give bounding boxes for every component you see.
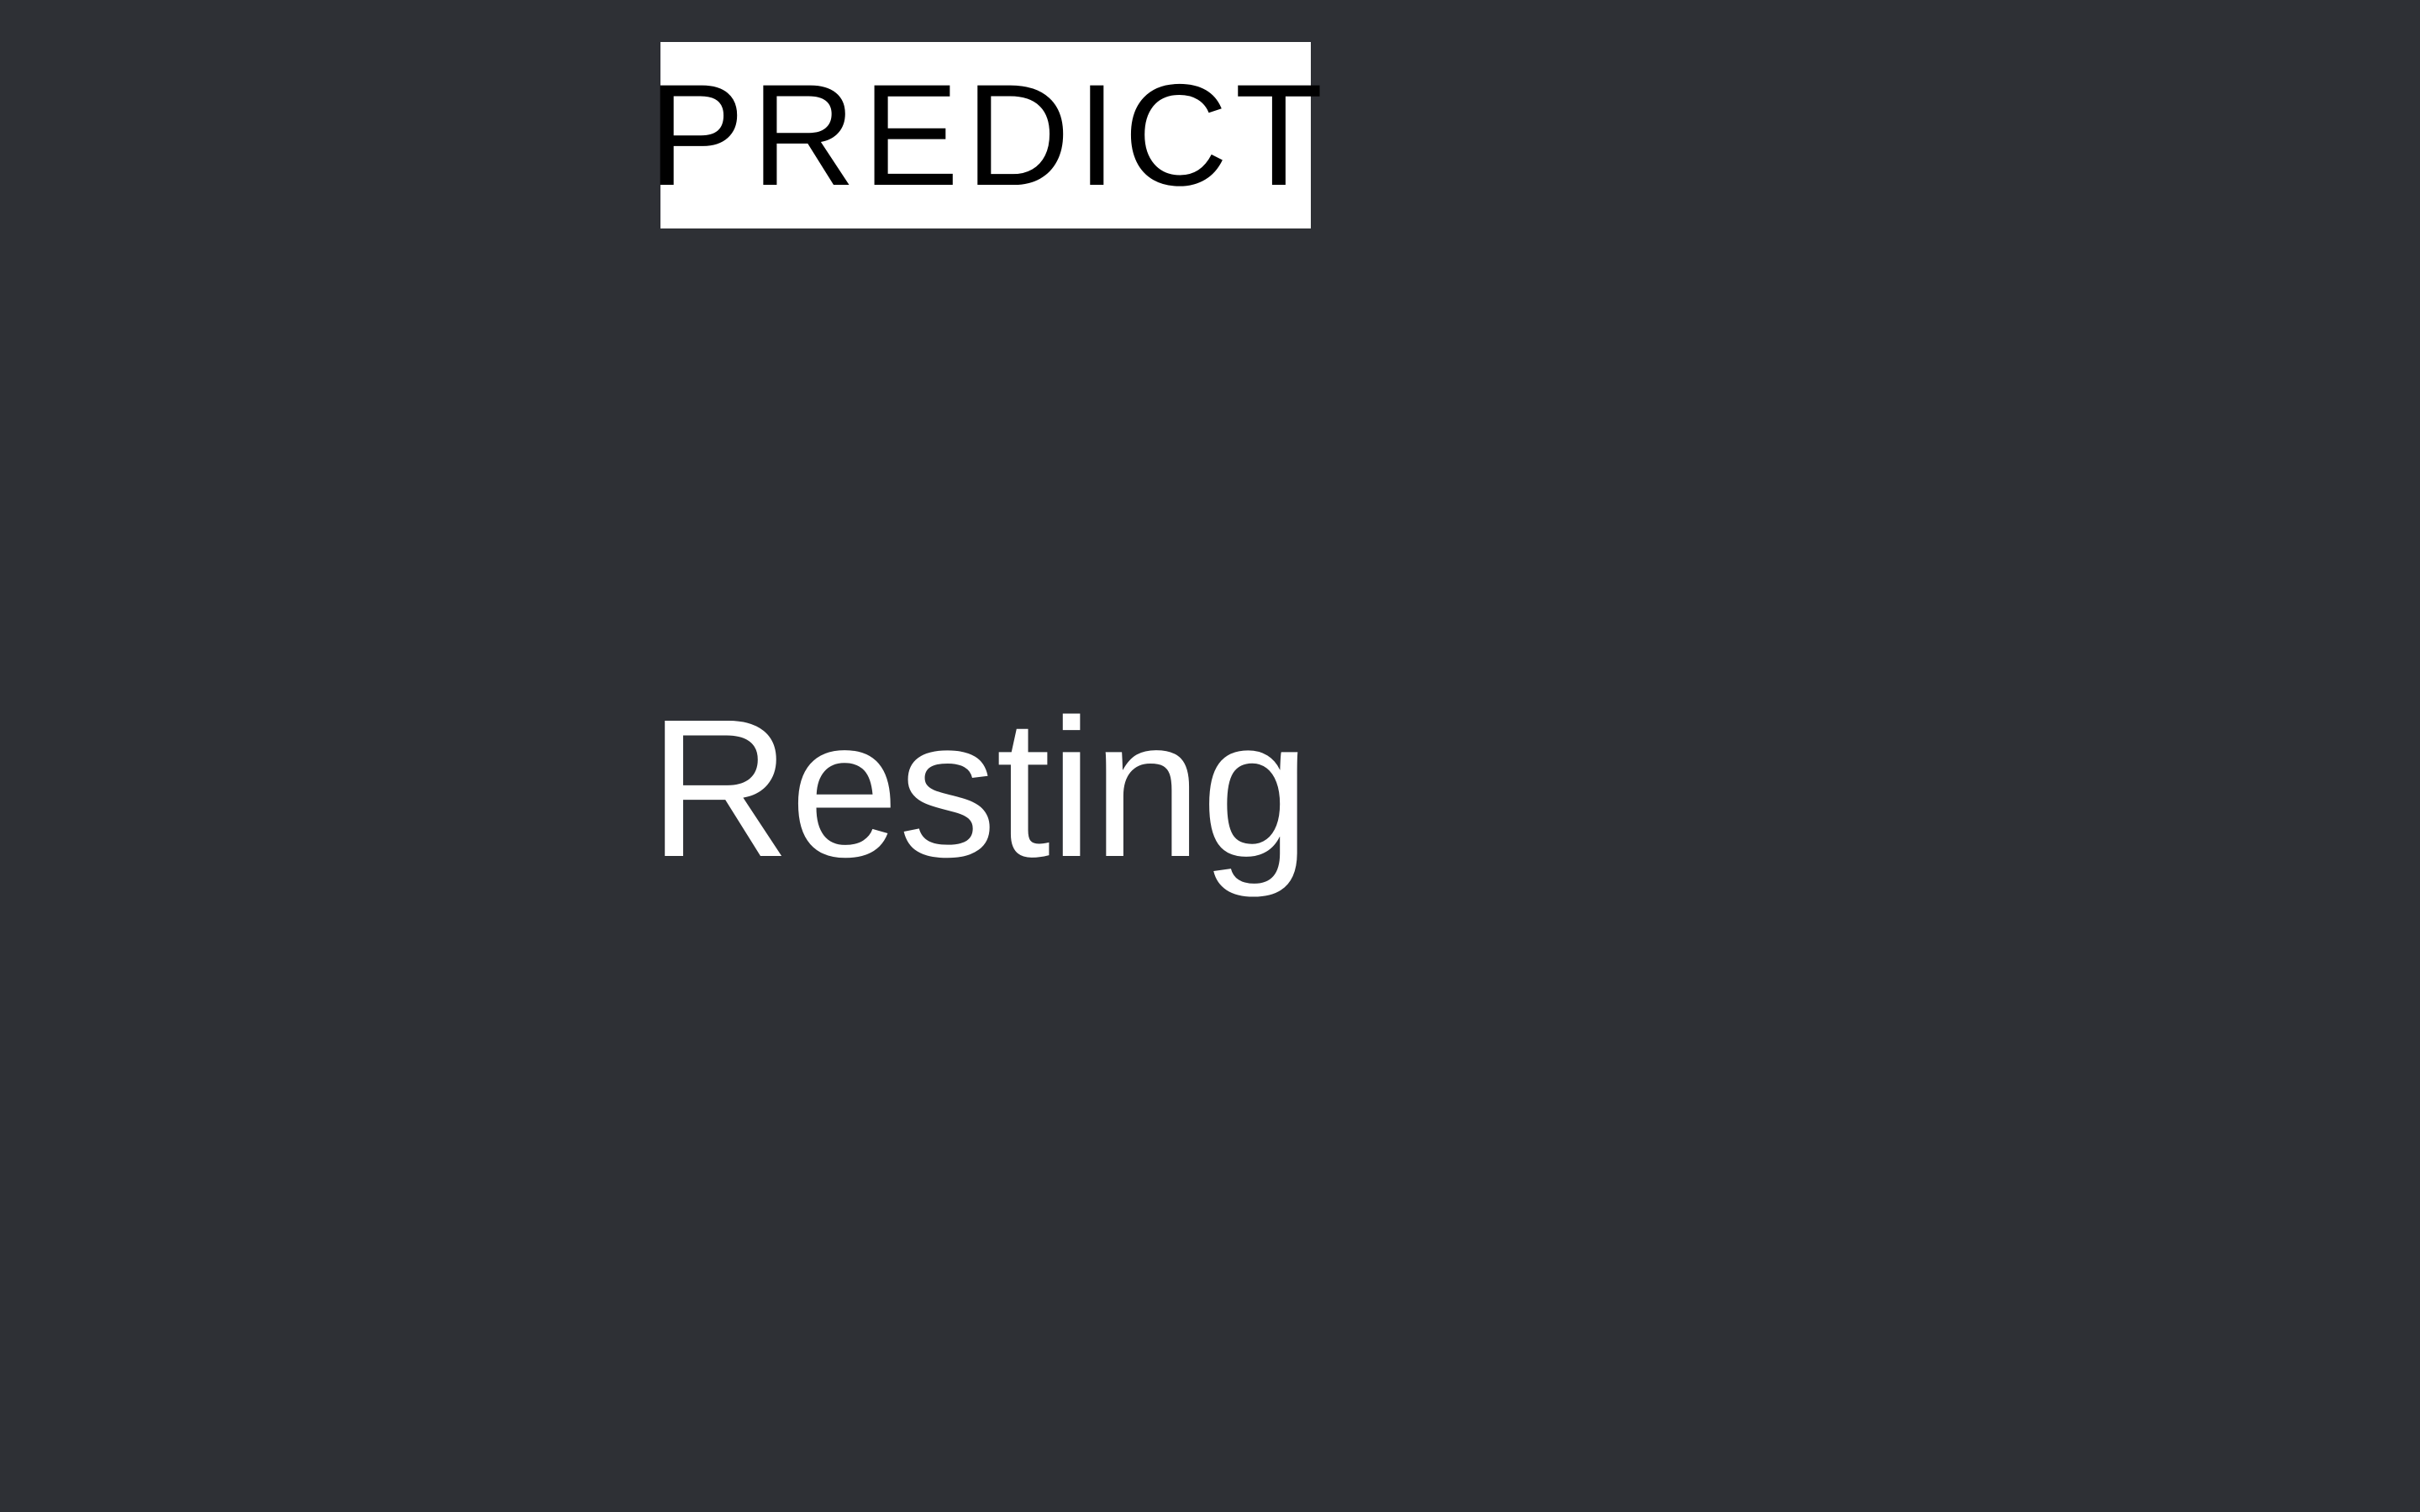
status-text: Resting [649,678,1310,898]
app-screen: PREDICT Resting [0,0,2420,1512]
predict-button-label: PREDICT [648,55,1330,216]
predict-button[interactable]: PREDICT [649,42,1323,228]
